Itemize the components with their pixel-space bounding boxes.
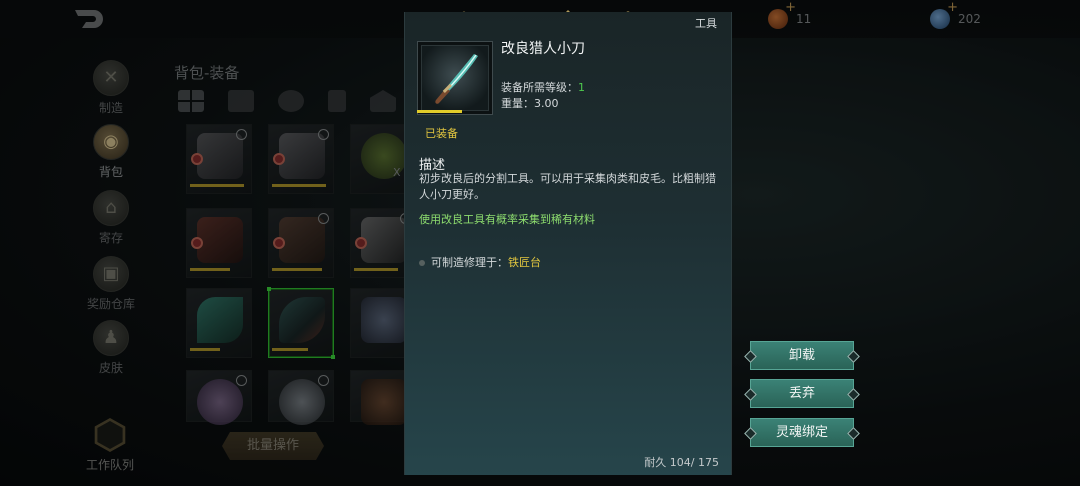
item-detail-panel: 工具 改良猎人小刀 装备所需等级：1 重量：3.00 已装备 描述 初步改良后的… (404, 12, 732, 475)
hunter-knife-icon (435, 54, 478, 104)
level-label: 装备所需等级： (501, 81, 578, 94)
level-requirement: 装备所需等级：1 (501, 80, 585, 96)
item-stats: 装备所需等级：1 重量：3.00 (501, 80, 585, 112)
weight-label: 重量： (501, 97, 534, 110)
durability-value: 104/ 175 (669, 456, 719, 469)
unequip-button[interactable]: 卸载 (750, 341, 854, 370)
item-bonus: 使用改良工具有概率采集到稀有材料 (419, 213, 595, 226)
repair-label: 可制造修理于： (431, 256, 508, 269)
item-category: 工具 (695, 17, 717, 30)
item-portrait (417, 41, 493, 115)
item-description: 初步改良后的分割工具。可以用于采集肉类和皮毛。比粗制猎人小刀更好。 (419, 172, 716, 201)
discard-button[interactable]: 丢弃 (750, 379, 854, 408)
repair-station: 铁匠台 (508, 256, 541, 269)
weight-value: 3.00 (534, 97, 559, 110)
durability: 耐久 104/ 175 (644, 454, 719, 470)
soulbind-button[interactable]: 灵魂绑定 (750, 418, 854, 447)
level-value: 1 (578, 81, 585, 94)
bullet-icon (419, 260, 425, 266)
durability-label: 耐久 (644, 456, 667, 469)
weight: 重量：3.00 (501, 96, 585, 112)
item-name: 改良猎人小刀 (501, 41, 585, 57)
item-durability-bar (417, 110, 462, 113)
repair-info: 可制造修理于：铁匠台 (419, 254, 541, 270)
equipped-status: 已装备 (425, 127, 458, 140)
